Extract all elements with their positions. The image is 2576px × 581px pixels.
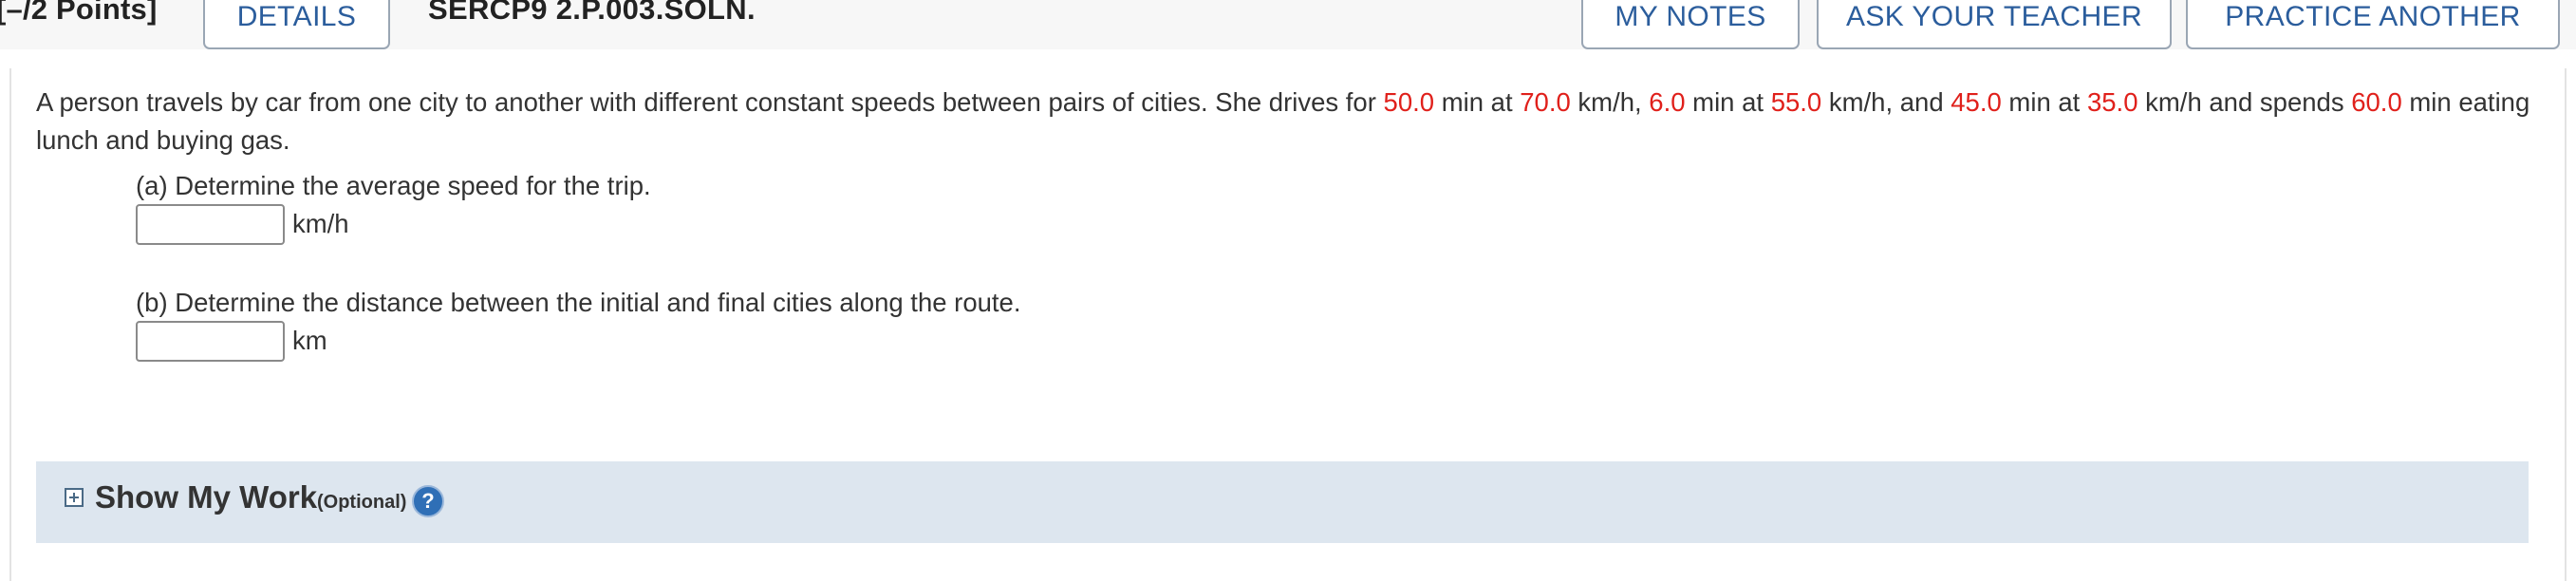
question-id: SERCP9 2.P.003.SOLN. [428,0,756,26]
practice-another-button[interactable]: PRACTICE ANOTHER [2186,0,2560,49]
question-text-segment: min at [1685,87,1771,117]
question-text: A person travels by car from one city to… [36,84,2542,159]
part-b-label: (b) Determine the distance between the i… [136,288,1021,317]
given-value: 45.0 [1951,87,2002,117]
part-a-unit: km/h [292,209,349,238]
given-value: 35.0 [2086,87,2138,117]
question-text-segment: km/h, [1570,87,1650,117]
given-value: 50.0 [1383,87,1435,117]
question-text-segment: A person travels by car from one city to… [36,87,1384,117]
show-my-work-panel[interactable]: Show My Work (Optional) ? [36,461,2529,543]
given-value: 60.0 [2351,87,2402,117]
part-b-answer-input[interactable] [136,321,285,362]
part-a-answer-input[interactable] [136,204,285,245]
question-circle-icon[interactable]: ? [412,485,444,517]
question-text-segment: min at [1434,87,1521,117]
points-label: [–/2 Points] [0,0,158,26]
part-b-unit: km [292,326,327,355]
question-header: [–/2 Points] DETAILS SERCP9 2.P.003.SOLN… [0,0,2576,49]
show-my-work-title[interactable]: Show My Work [95,479,317,515]
given-value: 6.0 [1649,87,1686,117]
details-button[interactable]: DETAILS [203,0,390,49]
my-notes-button[interactable]: MY NOTES [1581,0,1800,49]
question-text-segment: min at [2001,87,2087,117]
ask-teacher-button[interactable]: ASK YOUR TEACHER [1817,0,2172,49]
plus-box-icon[interactable] [65,488,84,507]
show-my-work-optional: (Optional) [317,492,407,513]
question-text-segment: km/h and spends [2137,87,2352,117]
question-text-segment: km/h, and [1821,87,1951,117]
given-value: 70.0 [1520,87,1571,117]
part-a-label: (a) Determine the average speed for the … [136,171,651,200]
given-value: 55.0 [1770,87,1822,117]
